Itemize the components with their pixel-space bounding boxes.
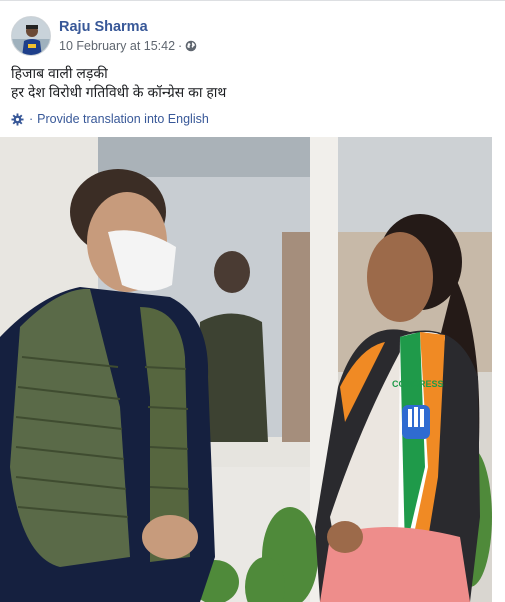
post-meta: Raju Sharma 10 February at 15:42 · (59, 18, 197, 54)
avatar-image (12, 17, 50, 55)
sash-badge-text: CONGRESS (392, 379, 444, 389)
post-time-row: 10 February at 15:42 · (59, 38, 197, 54)
message-line-1: हिजाब वाली लड़की (11, 65, 108, 81)
woman-face (367, 232, 433, 322)
author-name[interactable]: Raju Sharma (59, 18, 197, 36)
translate-label[interactable]: Provide translation into English (37, 112, 209, 126)
post-message: हिजाब वाली लड़की हर देश विरोधी गतिविधी क… (11, 64, 226, 102)
gear-icon (11, 112, 24, 126)
congress-hand-logo (402, 405, 430, 439)
post-header: Raju Sharma 10 February at 15:42 · (11, 15, 197, 57)
translate-link[interactable]: · Provide translation into English (11, 110, 209, 128)
message-line-2: हर देश विरोधी गतिविधी के कॉन्ग्रेस का हा… (11, 84, 227, 100)
translate-separator: · (29, 112, 34, 126)
facebook-post: Raju Sharma 10 February at 15:42 · हिजाब… (0, 0, 505, 602)
meta-separator: · (178, 39, 183, 53)
man-hands (142, 515, 198, 559)
author-avatar[interactable] (11, 16, 51, 56)
globe-icon[interactable] (185, 40, 197, 52)
post-timestamp[interactable]: 10 February at 15:42 (59, 38, 175, 54)
post-photo[interactable]: CONGRESS (0, 137, 492, 602)
woman-hands (327, 521, 363, 553)
